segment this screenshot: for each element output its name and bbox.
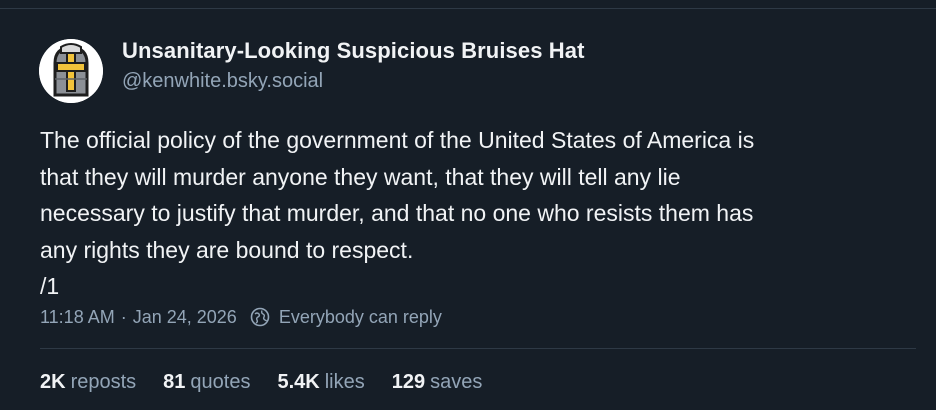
quotes-label: quotes (190, 370, 251, 393)
post-text: The official policy of the government of… (40, 122, 920, 305)
saves-count: 129 (391, 370, 426, 393)
globe-icon (250, 307, 270, 327)
likes-label: likes (324, 370, 365, 393)
post-text-line: that they will murder anyone they want, … (40, 163, 681, 190)
quotes-stat[interactable]: 81 quotes (163, 371, 250, 394)
helmet-cross-icon (39, 39, 103, 103)
reposts-stat[interactable]: 2K reposts (40, 371, 136, 394)
stats-divider (40, 348, 916, 349)
saves-label: saves (430, 370, 483, 393)
post-card: Unsanitary-Looking Suspicious Bruises Ha… (0, 9, 936, 410)
likes-stat[interactable]: 5.4K likes (277, 371, 364, 394)
likes-count: 5.4K (277, 370, 320, 393)
post-text-line: The official policy of the government of… (40, 127, 755, 153)
engagement-stats: 2K reposts 81 quotes 5.4K likes 129 saves (40, 368, 509, 396)
quotes-count: 81 (163, 370, 186, 393)
saves-stat[interactable]: 129 saves (392, 371, 483, 394)
reposts-count: 2K (40, 370, 66, 393)
post-text-line: any rights they are bound to respect. (40, 236, 414, 263)
reposts-label: reposts (70, 370, 137, 393)
post-meta: 11:18 AM · Jan 24, 2026 Everybody can re… (40, 305, 442, 329)
reply-setting[interactable]: Everybody can reply (250, 307, 442, 328)
reply-setting-label: Everybody can reply (278, 306, 442, 327)
post-time[interactable]: 11:18 AM (40, 307, 115, 328)
avatar[interactable] (39, 39, 103, 103)
post-text-line: necessary to justify that murder, and th… (40, 200, 754, 226)
post-date[interactable]: Jan 24, 2026 (133, 307, 237, 328)
author-handle[interactable]: @kenwhite.bsky.social (122, 70, 323, 93)
author-display-name[interactable]: Unsanitary-Looking Suspicious Bruises Ha… (122, 38, 585, 64)
meta-separator: · (120, 306, 127, 327)
post-text-line: /1 (40, 273, 60, 299)
